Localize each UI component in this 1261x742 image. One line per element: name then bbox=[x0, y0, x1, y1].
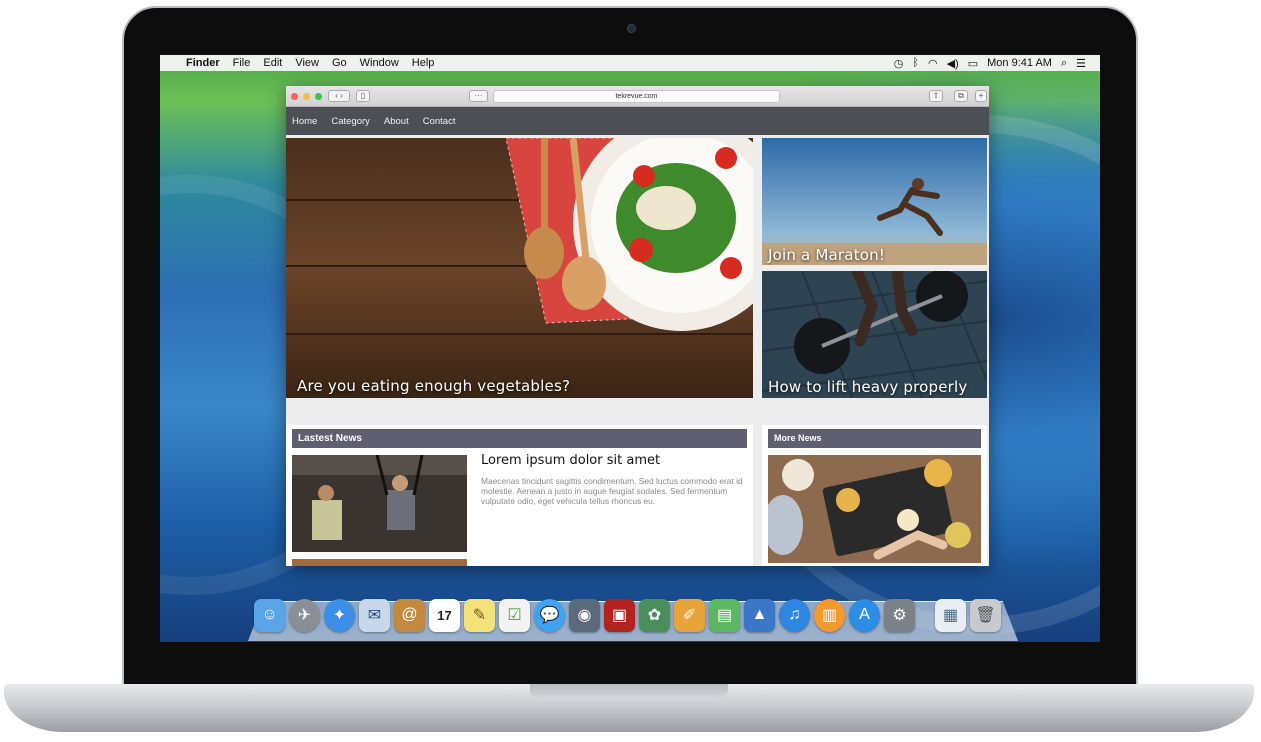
new-tab-icon[interactable]: + bbox=[975, 90, 987, 102]
preview-icon[interactable]: ▦ bbox=[935, 598, 966, 632]
menu-app-name[interactable]: Finder bbox=[186, 57, 220, 69]
nav-about[interactable]: About bbox=[384, 116, 409, 127]
status-tray: ◷ ᛒ ◠ ◀) ▭ Mon 9:41 AM ⌕ ☰ bbox=[894, 57, 1100, 70]
finder-icon[interactable]: ☺ bbox=[254, 598, 285, 632]
notes-icon[interactable]: ✎ bbox=[464, 598, 495, 632]
calendar-day: 17 bbox=[437, 607, 452, 623]
menu-view[interactable]: View bbox=[295, 57, 319, 69]
article-excerpt: Maecenas tincidunt sagittis condimentum.… bbox=[481, 476, 743, 506]
spotlight-search-icon[interactable]: ⌕ bbox=[1061, 57, 1067, 70]
keynote-icon[interactable]: ▲ bbox=[744, 598, 775, 632]
nav-home[interactable]: Home bbox=[292, 116, 317, 127]
sidebar-toggle-icon[interactable]: ▯ bbox=[356, 90, 370, 102]
more-news-thumbnail[interactable] bbox=[768, 455, 981, 563]
menu-file[interactable]: File bbox=[233, 57, 251, 69]
browser-toolbar: ‹ › ▯ ··· tekrevue.com ⇧ ⧉ + bbox=[286, 86, 989, 107]
camera-icon bbox=[627, 24, 636, 33]
tabs-overview-icon[interactable]: ⧉ bbox=[954, 90, 968, 102]
wifi-icon[interactable]: ◠ bbox=[928, 57, 938, 70]
iphoto-icon[interactable]: ✿ bbox=[639, 598, 670, 632]
article-title[interactable]: Lorem ipsum dolor sit amet bbox=[481, 453, 660, 468]
next-article-thumbnail[interactable] bbox=[292, 559, 467, 566]
reminders-icon[interactable]: ☑ bbox=[499, 598, 530, 632]
close-window-button[interactable] bbox=[291, 92, 298, 100]
side-caption-marathon: Join a Maraton! bbox=[768, 246, 886, 264]
site-navbar: Home Category About Contact bbox=[286, 107, 989, 135]
volume-icon[interactable]: ◀) bbox=[947, 57, 959, 70]
itunes-icon[interactable]: ♫ bbox=[779, 598, 810, 632]
latest-news-section: Lastest News Lorem ipsum dolor sit amet bbox=[286, 425, 753, 566]
notification-center-icon[interactable]: ☰ bbox=[1076, 57, 1086, 70]
photo-booth-icon[interactable]: ▣ bbox=[604, 598, 635, 632]
battery-icon[interactable]: ▭ bbox=[968, 57, 978, 70]
menu-bar: Finder File Edit View Go Window Help ◷ ᛒ… bbox=[160, 55, 1100, 71]
side-card-lifting[interactable]: How to lift heavy properly bbox=[762, 271, 987, 398]
ibooks-icon[interactable]: ▥ bbox=[814, 598, 845, 632]
system-preferences-icon[interactable]: ⚙ bbox=[884, 598, 915, 632]
reader-icon[interactable]: ··· bbox=[469, 90, 488, 102]
vegetables-photo bbox=[286, 138, 753, 398]
latest-news-heading: Lastest News bbox=[292, 429, 747, 448]
dock: ☺ ✈ ✦ ✉ @ 17 ✎ ☑ 💬 ◉ ▣ ✿ ✐ ▤ ▲ ♫ ▥ A ⚙ ▦… bbox=[254, 596, 1001, 634]
more-news-section: More News bbox=[762, 425, 987, 566]
facetime-icon[interactable]: ◉ bbox=[569, 598, 600, 632]
gym-photo bbox=[292, 455, 467, 552]
mail-icon[interactable]: ✉ bbox=[359, 598, 390, 632]
menu-go[interactable]: Go bbox=[332, 57, 347, 69]
hero-caption: Are you eating enough vegetables? bbox=[297, 377, 571, 395]
share-icon[interactable]: ⇧ bbox=[929, 90, 943, 102]
hero-card[interactable]: Are you eating enough vegetables? bbox=[286, 138, 753, 398]
article-thumbnail[interactable] bbox=[292, 455, 467, 552]
safari-window: ‹ › ▯ ··· tekrevue.com ⇧ ⧉ + Home Catego… bbox=[286, 86, 989, 566]
laptop-notch bbox=[530, 684, 728, 700]
menu-clock[interactable]: Mon 9:41 AM bbox=[987, 57, 1052, 69]
side-caption-lifting: How to lift heavy properly bbox=[768, 378, 968, 396]
zoom-window-button[interactable] bbox=[315, 92, 322, 100]
trash-icon[interactable]: 🗑 bbox=[970, 598, 1001, 632]
nav-contact[interactable]: Contact bbox=[423, 116, 456, 127]
launchpad-icon[interactable]: ✈ bbox=[289, 598, 320, 632]
food-platter-photo bbox=[768, 455, 981, 563]
page-content: Are you eating enough vegetables? Join a… bbox=[286, 135, 989, 566]
safari-icon[interactable]: ✦ bbox=[324, 598, 355, 632]
minimize-window-button[interactable] bbox=[303, 92, 310, 100]
menu-edit[interactable]: Edit bbox=[263, 57, 282, 69]
app-store-icon[interactable]: A bbox=[849, 598, 880, 632]
bluetooth-icon[interactable]: ᛒ bbox=[912, 57, 919, 69]
address-text: tekrevue.com bbox=[615, 93, 658, 100]
pages-icon[interactable]: ✐ bbox=[674, 598, 705, 632]
time-machine-icon[interactable]: ◷ bbox=[894, 57, 904, 70]
back-forward-button[interactable]: ‹ › bbox=[328, 90, 350, 102]
nav-category[interactable]: Category bbox=[331, 116, 370, 127]
more-news-heading: More News bbox=[768, 429, 981, 448]
menu-help[interactable]: Help bbox=[412, 57, 435, 69]
messages-icon[interactable]: 💬 bbox=[534, 598, 565, 632]
contacts-icon[interactable]: @ bbox=[394, 598, 425, 632]
side-card-marathon[interactable]: Join a Maraton! bbox=[762, 138, 987, 265]
desktop-screen: Finder File Edit View Go Window Help ◷ ᛒ… bbox=[160, 55, 1100, 642]
menu-window[interactable]: Window bbox=[360, 57, 399, 69]
calendar-icon[interactable]: 17 bbox=[429, 598, 460, 632]
address-bar[interactable]: tekrevue.com bbox=[493, 90, 780, 103]
numbers-icon[interactable]: ▤ bbox=[709, 598, 740, 632]
